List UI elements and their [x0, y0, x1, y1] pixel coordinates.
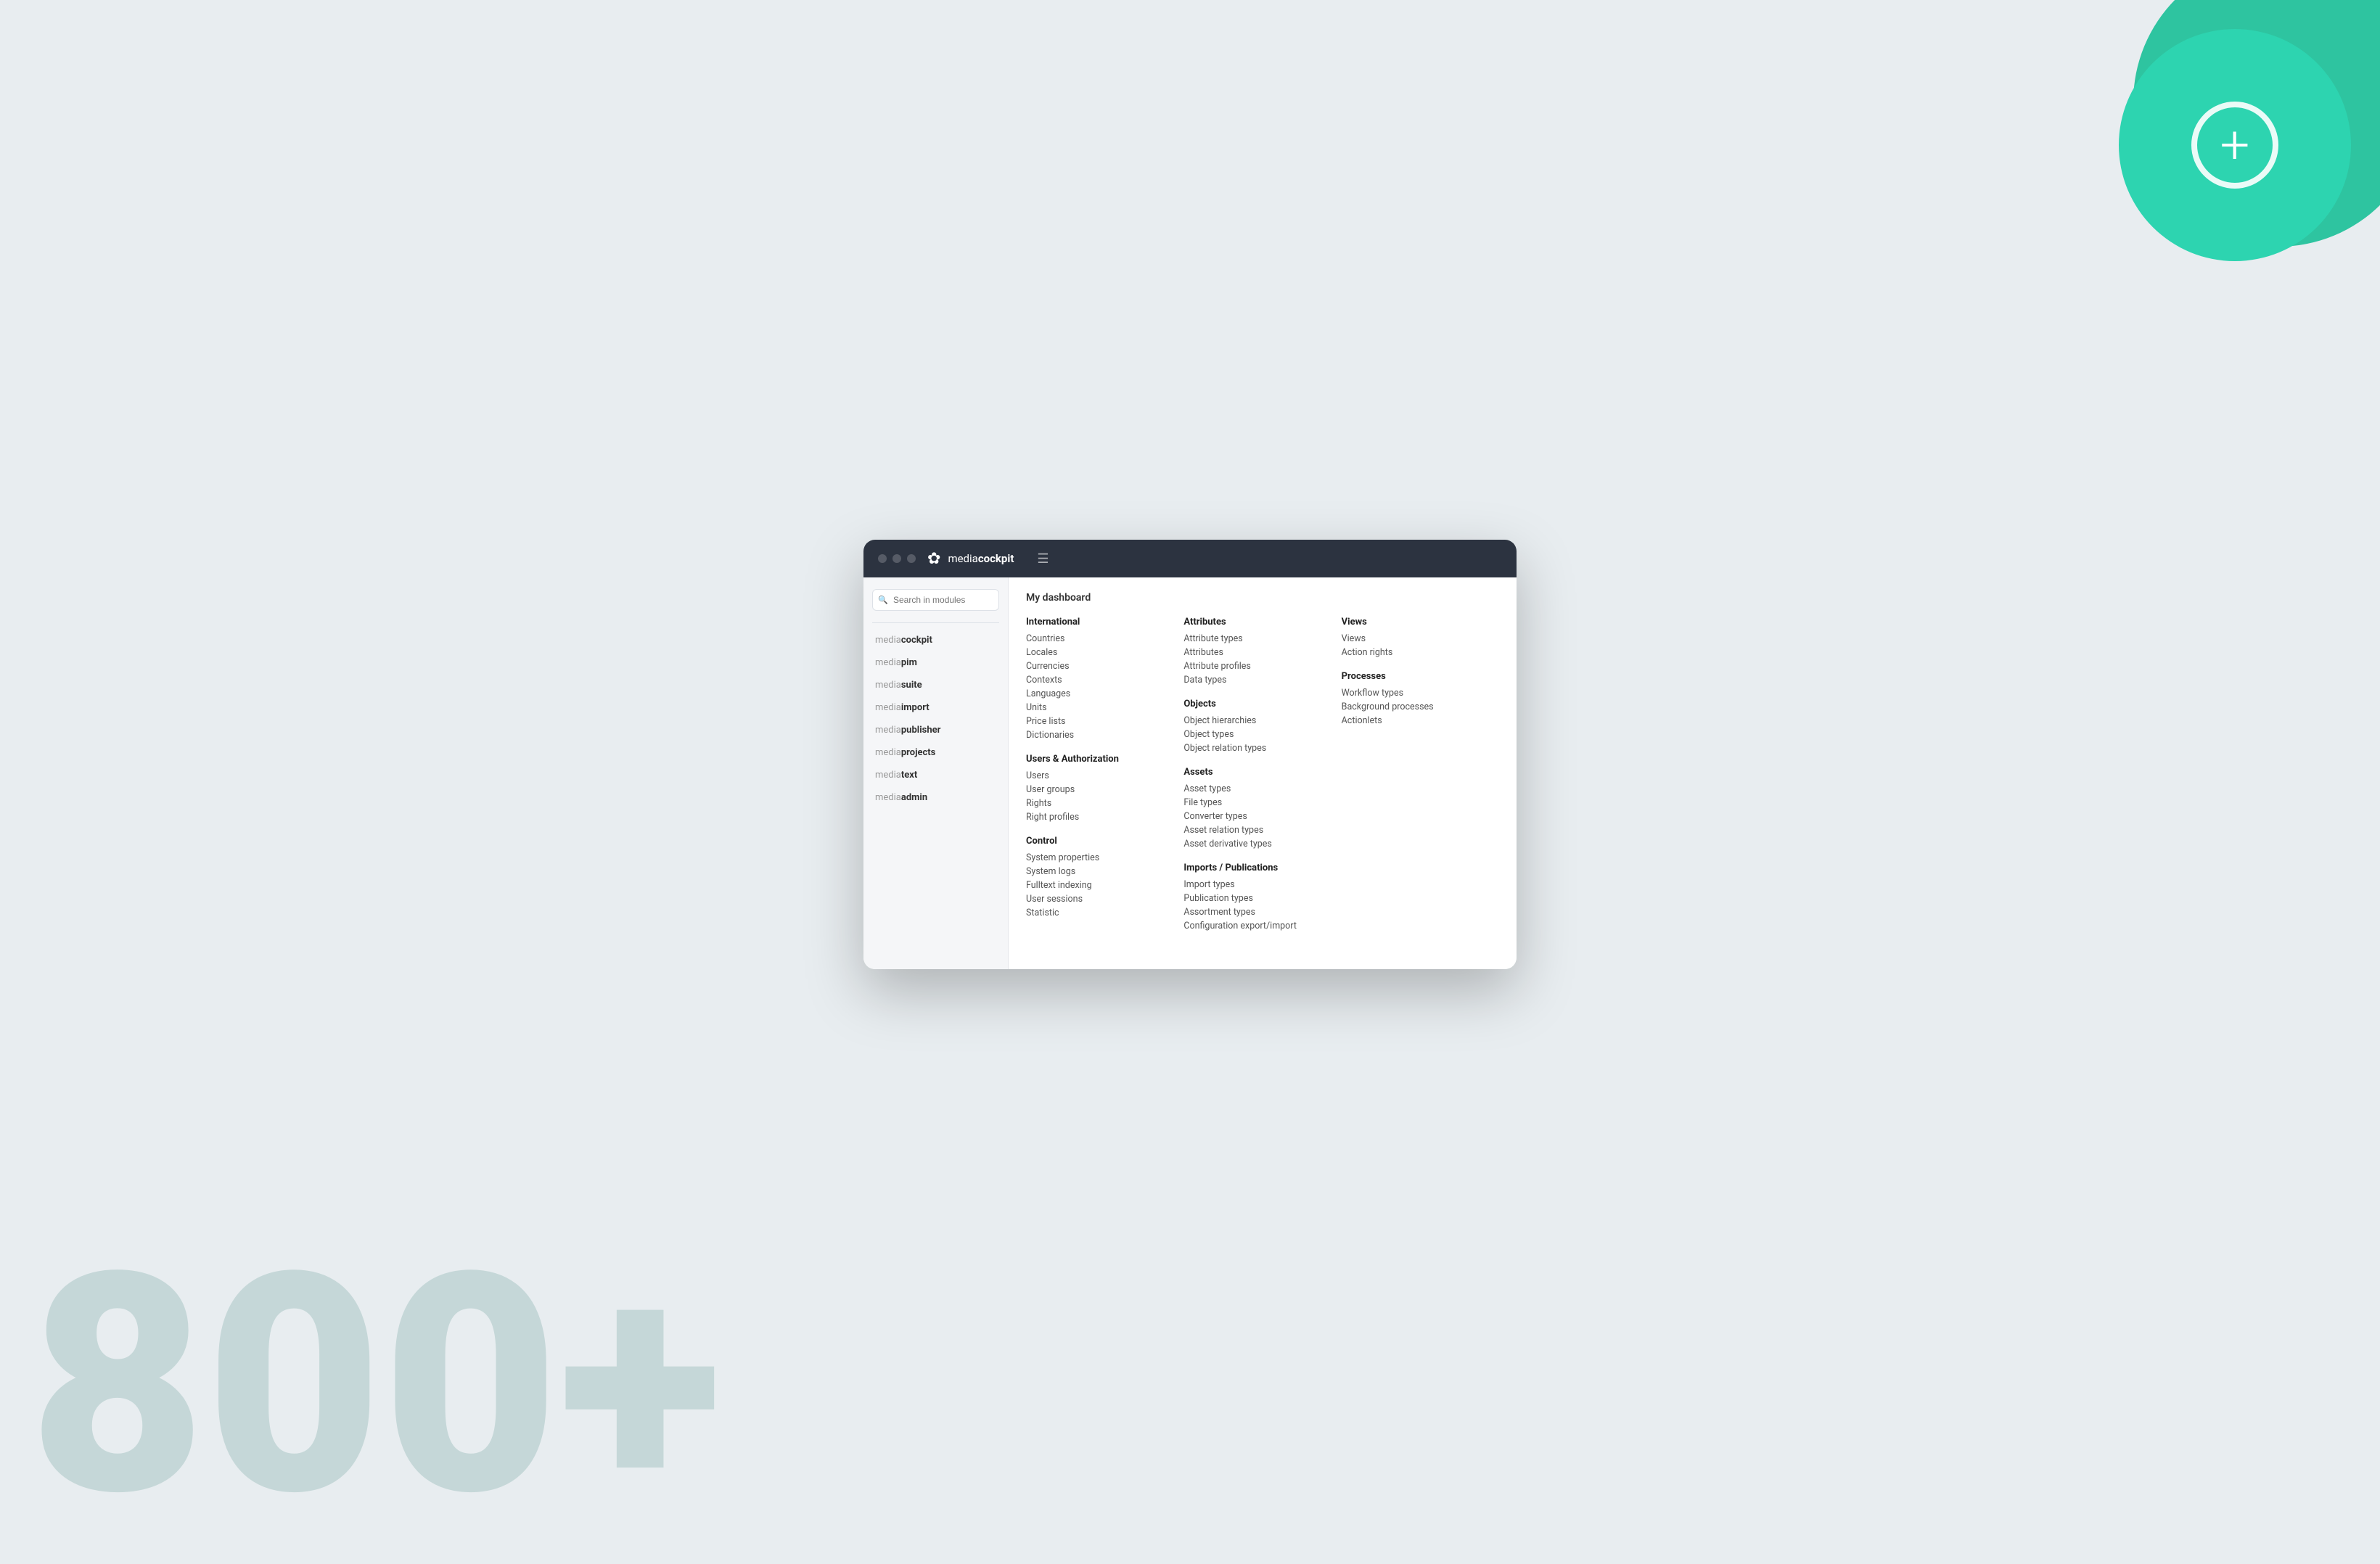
link-contexts[interactable]: Contexts: [1026, 673, 1166, 687]
sidebar-item-pim[interactable]: mediapim: [863, 651, 1008, 674]
link-user-groups[interactable]: User groups: [1026, 783, 1166, 797]
sidebar-prefix-text: media: [875, 770, 901, 781]
link-price-lists[interactable]: Price lists: [1026, 715, 1166, 728]
link-workflow-types[interactable]: Workflow types: [1342, 686, 1482, 700]
dot-2: [892, 554, 901, 563]
link-rights[interactable]: Rights: [1026, 797, 1166, 810]
sidebar-bold-admin: admin: [901, 792, 927, 803]
link-asset-types[interactable]: Asset types: [1183, 782, 1324, 796]
browser-toolbar: ✿ mediacockpit ☰: [863, 540, 1517, 577]
main-content: My dashboard International Countries Loc…: [1009, 577, 1517, 969]
background-number: 800+: [29, 1233, 722, 1538]
sidebar-item-suite[interactable]: mediasuite: [863, 674, 1008, 696]
plus-icon: +: [2191, 102, 2278, 189]
sidebar-bold-projects: projects: [901, 747, 935, 758]
link-assortment-types[interactable]: Assortment types: [1183, 905, 1324, 919]
section-heading-attributes: Attributes: [1183, 617, 1324, 627]
sidebar-item-cockpit[interactable]: mediacockpit: [863, 629, 1008, 651]
link-action-rights[interactable]: Action rights: [1342, 646, 1482, 659]
section-heading-users: Users & Authorization: [1026, 754, 1166, 765]
sidebar-prefix-admin: media: [875, 792, 901, 803]
logo-area: ✿ mediacockpit: [927, 550, 1014, 568]
link-attributes[interactable]: Attributes: [1183, 646, 1324, 659]
search-box: 🔍: [872, 589, 999, 611]
link-languages[interactable]: Languages: [1026, 687, 1166, 701]
sidebar-bold-publisher: publisher: [901, 725, 941, 736]
browser-content: 🔍 mediacockpit mediapim mediasuite media…: [863, 577, 1517, 969]
link-background-processes[interactable]: Background processes: [1342, 700, 1482, 714]
sidebar-item-text[interactable]: mediatext: [863, 764, 1008, 786]
link-data-types[interactable]: Data types: [1183, 673, 1324, 687]
sidebar-prefix-suite: media: [875, 680, 901, 691]
column-1: International Countries Locales Currenci…: [1026, 617, 1183, 933]
link-right-profiles[interactable]: Right profiles: [1026, 810, 1166, 824]
link-object-hierarchies[interactable]: Object hierarchies: [1183, 714, 1324, 728]
link-countries[interactable]: Countries: [1026, 632, 1166, 646]
link-attribute-profiles[interactable]: Attribute profiles: [1183, 659, 1324, 673]
link-object-relation-types[interactable]: Object relation types: [1183, 741, 1324, 755]
sidebar-divider: [872, 622, 999, 623]
search-input[interactable]: [872, 589, 999, 611]
link-system-logs[interactable]: System logs: [1026, 865, 1166, 878]
section-heading-imports: Imports / Publications: [1183, 863, 1324, 873]
sidebar: 🔍 mediacockpit mediapim mediasuite media…: [863, 577, 1009, 969]
sidebar-item-admin[interactable]: mediaadmin: [863, 786, 1008, 809]
link-asset-derivative-types[interactable]: Asset derivative types: [1183, 837, 1324, 851]
sidebar-bold-text: text: [901, 770, 917, 781]
section-heading-views: Views: [1342, 617, 1482, 627]
link-statistic[interactable]: Statistic: [1026, 906, 1166, 920]
link-converter-types[interactable]: Converter types: [1183, 810, 1324, 823]
search-icon: 🔍: [878, 596, 888, 605]
browser-dots: [878, 554, 916, 563]
sidebar-item-projects[interactable]: mediaprojects: [863, 741, 1008, 764]
logo-prefix: media: [948, 552, 977, 565]
section-heading-control: Control: [1026, 836, 1166, 847]
link-currencies[interactable]: Currencies: [1026, 659, 1166, 673]
dot-1: [878, 554, 887, 563]
link-object-types[interactable]: Object types: [1183, 728, 1324, 741]
link-asset-relation-types[interactable]: Asset relation types: [1183, 823, 1324, 837]
sidebar-bold-suite: suite: [901, 680, 922, 691]
link-dictionaries[interactable]: Dictionaries: [1026, 728, 1166, 742]
column-2: Attributes Attribute types Attributes At…: [1183, 617, 1341, 933]
link-views[interactable]: Views: [1342, 632, 1482, 646]
link-configuration-export-import[interactable]: Configuration export/import: [1183, 919, 1324, 933]
column-3: Views Views Action rights Processes Work…: [1342, 617, 1499, 933]
hamburger-menu[interactable]: ☰: [1037, 551, 1049, 567]
link-user-sessions[interactable]: User sessions: [1026, 892, 1166, 906]
sidebar-prefix-publisher: media: [875, 725, 901, 736]
link-locales[interactable]: Locales: [1026, 646, 1166, 659]
sidebar-item-import[interactable]: mediaimport: [863, 696, 1008, 719]
dot-3: [907, 554, 916, 563]
section-heading-assets: Assets: [1183, 767, 1324, 778]
columns-grid: International Countries Locales Currenci…: [1026, 617, 1499, 933]
link-system-properties[interactable]: System properties: [1026, 851, 1166, 865]
dashboard-title: My dashboard: [1026, 592, 1499, 604]
sidebar-item-publisher[interactable]: mediapublisher: [863, 719, 1008, 741]
link-file-types[interactable]: File types: [1183, 796, 1324, 810]
sidebar-prefix-cockpit: media: [875, 635, 901, 646]
link-units[interactable]: Units: [1026, 701, 1166, 715]
browser-window: ✿ mediacockpit ☰ 🔍 mediacockpit mediapim…: [863, 540, 1517, 969]
sidebar-prefix-import: media: [875, 702, 901, 713]
link-publication-types[interactable]: Publication types: [1183, 892, 1324, 905]
section-heading-objects: Objects: [1183, 699, 1324, 709]
link-actionlets[interactable]: Actionlets: [1342, 714, 1482, 728]
sidebar-bold-pim: pim: [901, 657, 917, 668]
link-users[interactable]: Users: [1026, 769, 1166, 783]
green-circle-inner: +: [2119, 29, 2351, 261]
section-heading-international: International: [1026, 617, 1166, 627]
section-heading-processes: Processes: [1342, 671, 1482, 682]
link-import-types[interactable]: Import types: [1183, 878, 1324, 892]
sidebar-prefix-projects: media: [875, 747, 901, 758]
link-fulltext-indexing[interactable]: Fulltext indexing: [1026, 878, 1166, 892]
link-attribute-types[interactable]: Attribute types: [1183, 632, 1324, 646]
sidebar-bold-cockpit: cockpit: [901, 635, 932, 646]
logo-suffix: cockpit: [978, 552, 1014, 565]
sidebar-bold-import: import: [901, 702, 930, 713]
logo-text: mediacockpit: [948, 552, 1014, 565]
sidebar-prefix-pim: media: [875, 657, 901, 668]
logo-icon: ✿: [927, 550, 940, 568]
